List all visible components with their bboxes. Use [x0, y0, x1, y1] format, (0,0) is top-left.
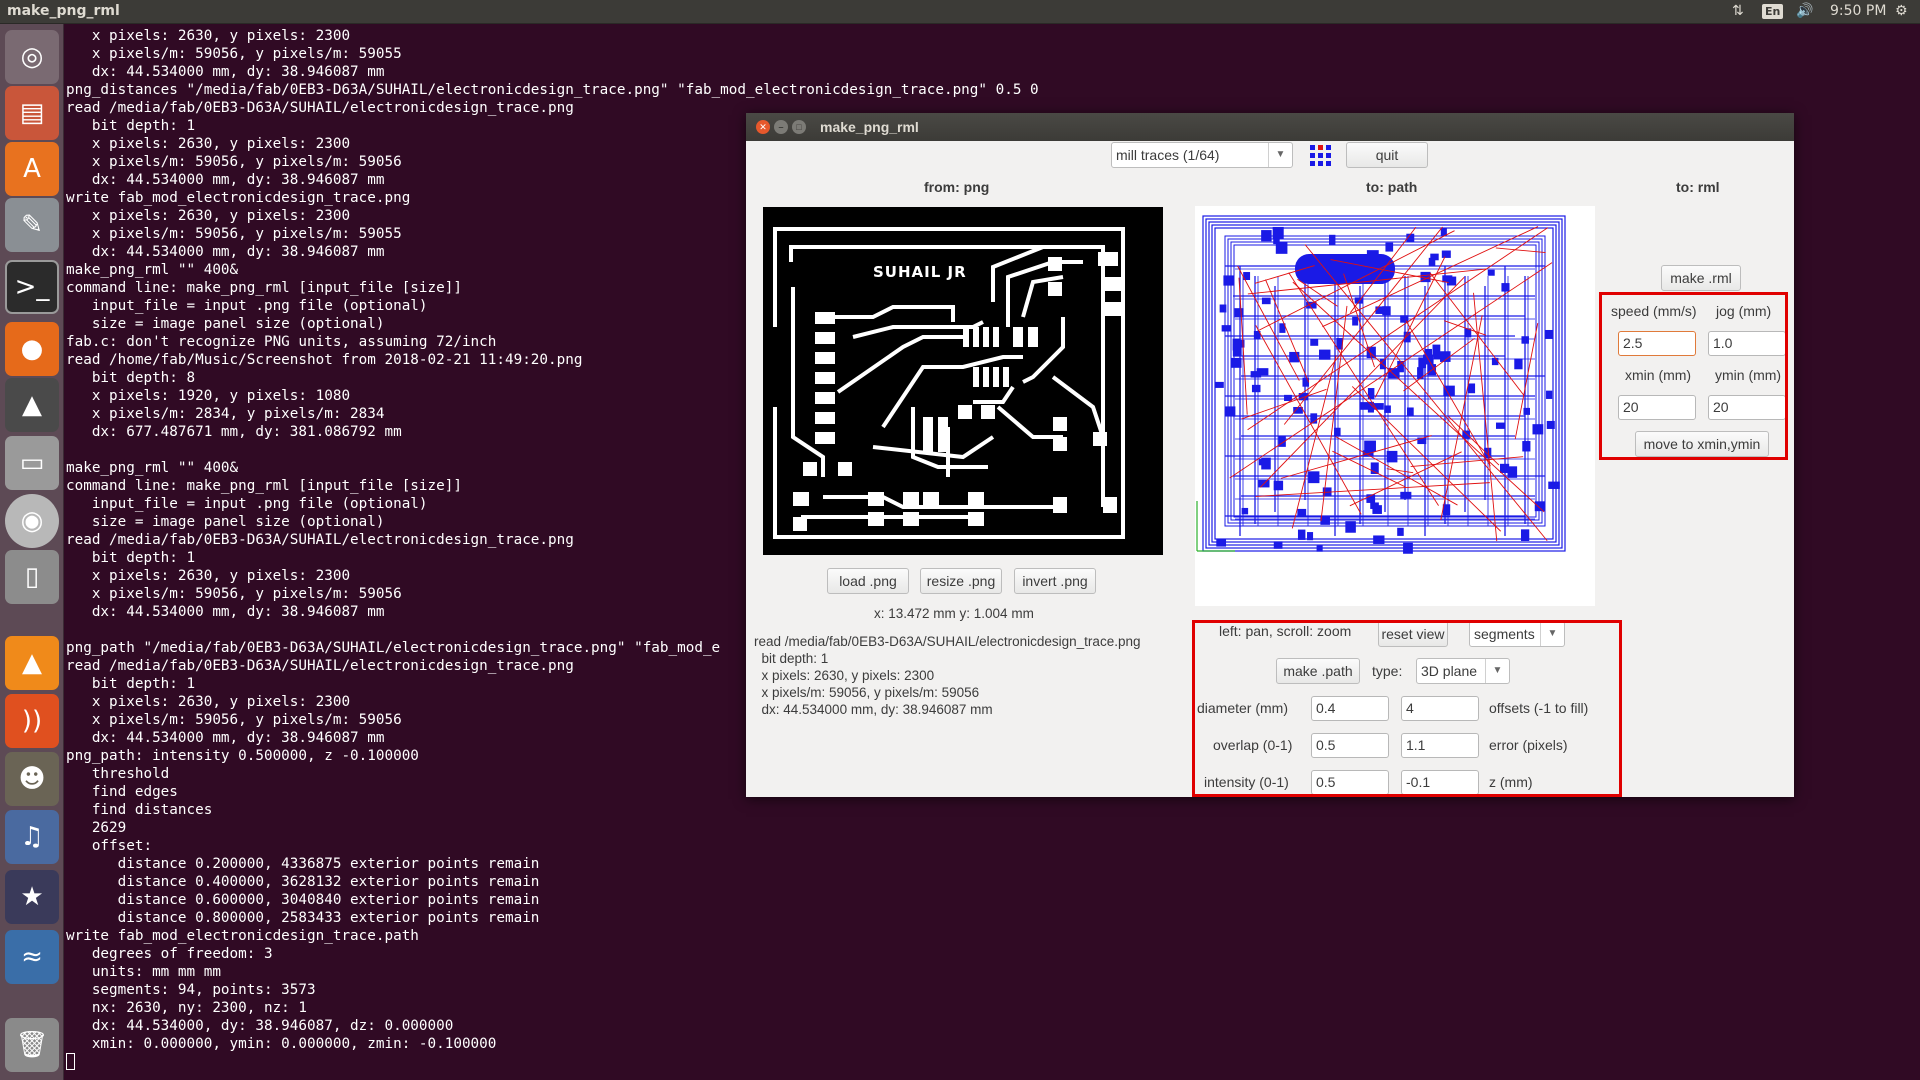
- network-icon[interactable]: ⇅: [1732, 3, 1744, 19]
- terminal-line: degrees of freedom: 3: [66, 946, 273, 962]
- keyboard-layout-indicator[interactable]: En: [1762, 4, 1784, 19]
- terminal-line: distance 0.600000, 3040840 exterior poin…: [66, 892, 540, 908]
- resize-png-button[interactable]: resize .png: [920, 568, 1002, 594]
- pcb-label: SUHAIL JR: [873, 263, 967, 281]
- inkscape-icon[interactable]: ▲: [5, 378, 59, 432]
- terminal-line: dx: 44.534000, dy: 38.946087, dz: 0.0000…: [66, 1018, 454, 1034]
- to-path-header: to: path: [1366, 179, 1418, 195]
- rml-settings-highlight: [1599, 292, 1788, 460]
- path-preview[interactable]: [1195, 206, 1595, 606]
- mode-select[interactable]: mill traces (1/64) ▼: [1111, 142, 1293, 168]
- firefox-icon[interactable]: ●: [5, 322, 59, 376]
- terminal-line: distance 0.400000, 3628132 exterior poin…: [66, 874, 540, 890]
- terminal-line: find distances: [66, 802, 213, 818]
- trash-icon[interactable]: 🗑: [5, 1018, 59, 1072]
- file-info-line: dx: 44.534000 mm, dy: 38.946087 mm: [754, 702, 993, 717]
- terminal-line: offset:: [66, 838, 153, 854]
- python-icon[interactable]: ≈: [5, 930, 59, 984]
- make-png-rml-window: ✕ – □ make_png_rml mill traces (1/64) ▼ …: [746, 113, 1794, 797]
- system-settings-icon[interactable]: ✎: [5, 198, 59, 252]
- terminal-line: segments: 94, points: 3573: [66, 982, 316, 998]
- gear-icon[interactable]: ⚙: [1895, 3, 1908, 19]
- file-info-line: x pixels/m: 59056, y pixels/m: 59056: [754, 685, 980, 700]
- window-title: make_png_rml: [820, 119, 919, 135]
- cursor-coordinates: x: 13.472 mm y: 1.004 mm: [874, 606, 1034, 621]
- terminal-line: png_distances "/media/fab/0EB3-D63A/SUHA…: [66, 82, 1039, 98]
- path-settings-highlight: [1192, 620, 1622, 797]
- file-info: read /media/fab/0EB3-D63A/SUHAIL/electro…: [754, 633, 1140, 718]
- clock[interactable]: 9:50 PM: [1830, 3, 1886, 19]
- terminal-line: distance 0.200000, 4336875 exterior poin…: [66, 856, 540, 872]
- drive-icon[interactable]: ▭: [5, 436, 59, 490]
- movie-icon[interactable]: ★: [5, 870, 59, 924]
- top-panel: make_png_rml ⇅ En 🔊 9:50 PM ⚙: [0, 0, 1920, 24]
- software-center-icon[interactable]: A: [5, 142, 59, 196]
- rss-icon[interactable]: )): [5, 694, 59, 748]
- mode-select-value: mill traces (1/64): [1116, 147, 1220, 163]
- media-icon[interactable]: ♫: [5, 810, 59, 864]
- chevron-down-icon: ▼: [1268, 143, 1292, 167]
- dash-icon[interactable]: ◎: [5, 30, 59, 84]
- terminal-line: dx: 44.534000 mm, dy: 38.946087 mm: [66, 64, 385, 80]
- invert-png-button[interactable]: invert .png: [1014, 568, 1096, 594]
- terminal-line: distance 0.800000, 2583433 exterior poin…: [66, 910, 540, 926]
- png-preview[interactable]: SUHAIL JR: [763, 207, 1163, 555]
- terminal-line: write fab_mod_electronicdesign_trace.pat…: [66, 928, 419, 944]
- volume-icon[interactable]: 🔊: [1796, 3, 1813, 19]
- gimp-icon[interactable]: ☻: [5, 752, 59, 806]
- terminal-line: x pixels: 2630, y pixels: 2300: [66, 28, 351, 44]
- dvd-icon[interactable]: ◉: [5, 494, 59, 548]
- make-rml-button[interactable]: make .rml: [1661, 265, 1741, 291]
- file-info-line: read /media/fab/0EB3-D63A/SUHAIL/electro…: [754, 634, 1141, 649]
- quit-button[interactable]: quit: [1346, 142, 1428, 168]
- grid-icon[interactable]: [1309, 144, 1333, 168]
- window-titlebar[interactable]: ✕ – □ make_png_rml: [746, 113, 1794, 141]
- terminal-line: units: mm mm mm: [66, 964, 221, 980]
- terminal-cursor: [66, 1053, 75, 1070]
- maximize-icon[interactable]: □: [792, 120, 806, 134]
- minimize-icon[interactable]: –: [774, 120, 788, 134]
- from-png-header: from: png: [924, 179, 990, 195]
- to-rml-header: to: rml: [1676, 179, 1720, 195]
- terminal-line: nx: 2630, ny: 2300, nz: 1: [66, 1000, 308, 1016]
- terminal-line: x pixels/m: 59056, y pixels/m: 59055: [66, 46, 402, 62]
- launcher: ◎ ▤ A ✎ >_ ● ▲ ▭ ◉ ▯ ▲ )) ☻ ♫ ★ ≈ 🗑: [0, 24, 64, 1080]
- terminal-icon[interactable]: >_: [5, 260, 59, 314]
- usb-icon[interactable]: ▯: [5, 550, 59, 604]
- terminal-line: xmin: 0.000000, ymin: 0.000000, zmin: -0…: [66, 1036, 497, 1052]
- load-png-button[interactable]: load .png: [827, 568, 909, 594]
- files-icon[interactable]: ▤: [5, 86, 59, 140]
- close-icon[interactable]: ✕: [756, 120, 770, 134]
- file-info-line: bit depth: 1: [754, 651, 829, 666]
- file-info-line: x pixels: 2630, y pixels: 2300: [754, 668, 935, 683]
- vlc-icon[interactable]: ▲: [5, 636, 59, 690]
- active-app-title: make_png_rml: [7, 3, 120, 19]
- terminal-line: 2629: [66, 820, 127, 836]
